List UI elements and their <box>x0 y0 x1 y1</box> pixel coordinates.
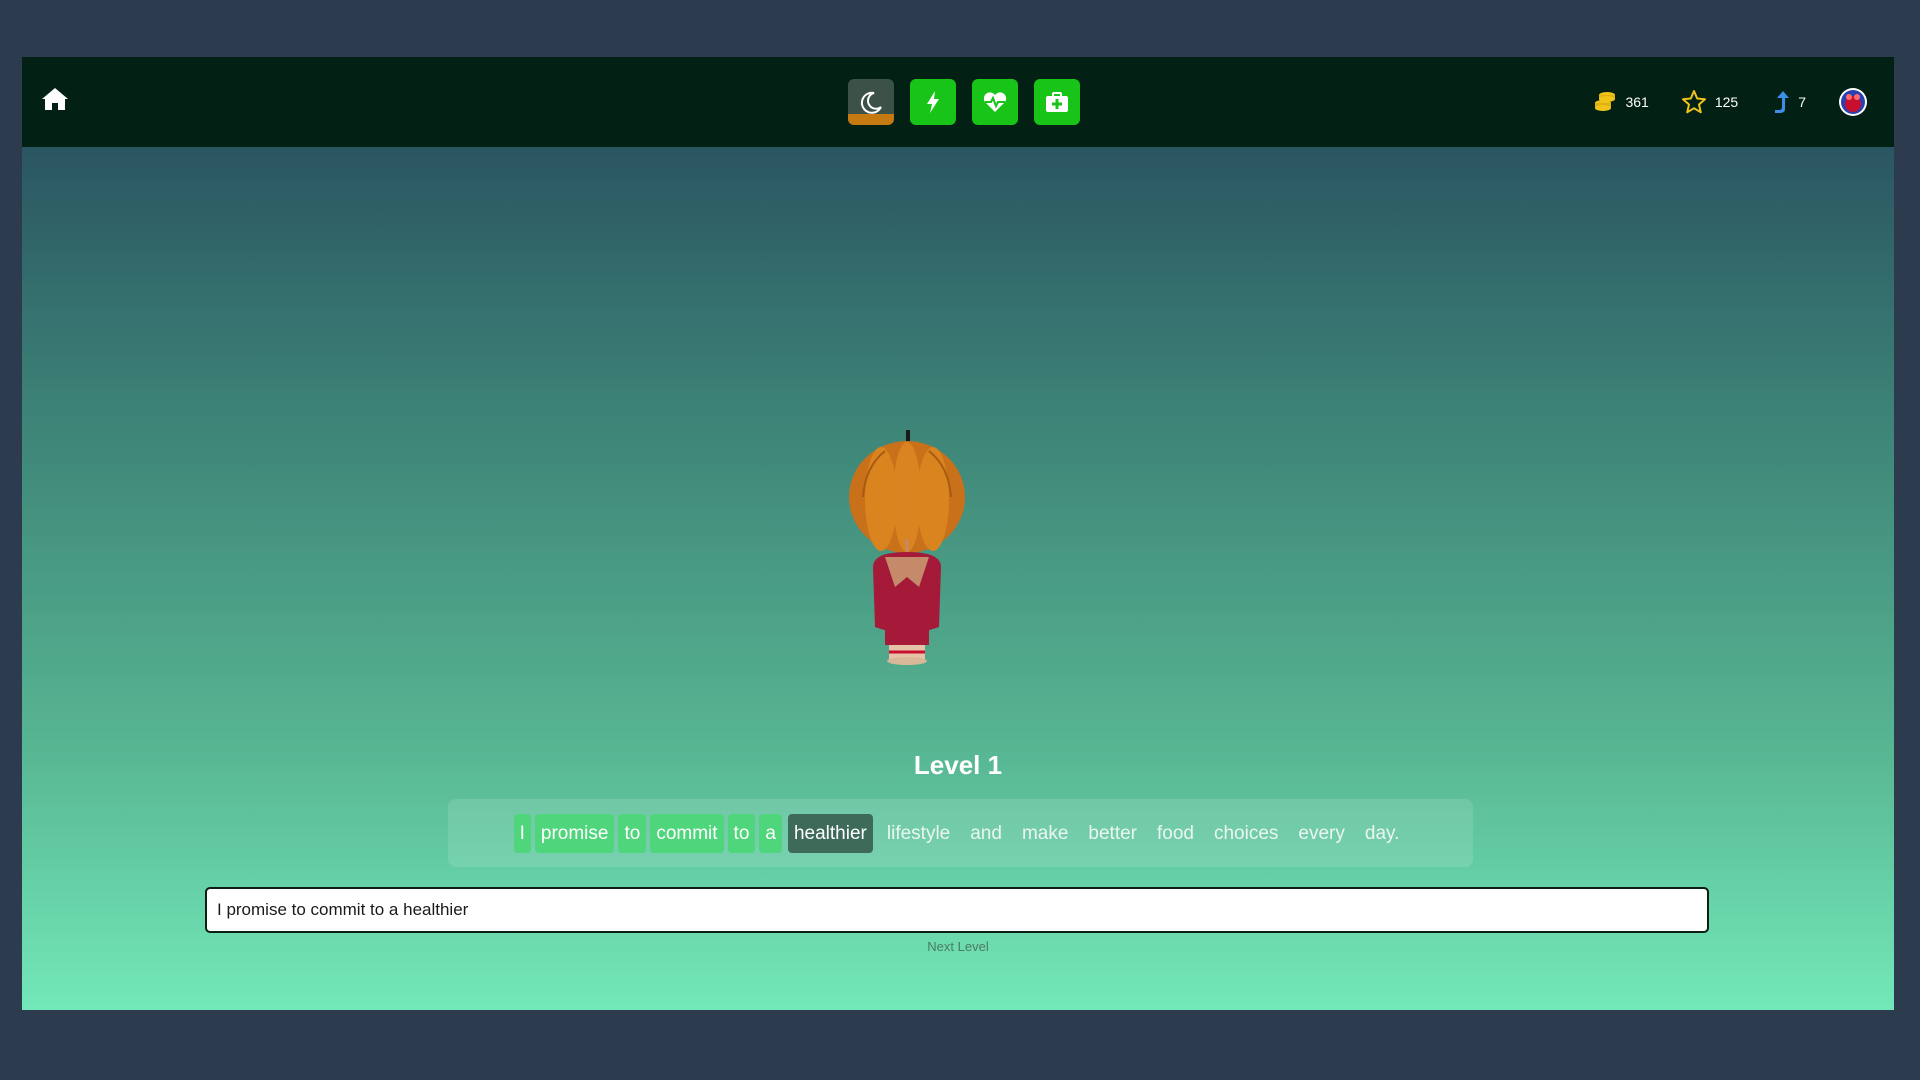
player-stats: 361 125 7 <box>1593 57 1894 147</box>
coins-count: 361 <box>1625 94 1649 110</box>
next-level-link[interactable]: Next Level <box>22 939 1894 954</box>
level-stat: 7 <box>1772 89 1806 115</box>
coins-icon <box>1595 92 1616 111</box>
avatar-icon[interactable] <box>1838 87 1868 117</box>
game-frame: 361 125 7 Level 1 I promise to commit to… <box>22 57 1894 1010</box>
sentence-word: healthier <box>787 813 873 853</box>
sentence-word: food <box>1157 822 1194 844</box>
sentence-word: choices <box>1213 822 1279 844</box>
lightning-icon <box>927 91 939 113</box>
sentence-word: and <box>970 822 1002 844</box>
sentence-word: commit <box>650 813 724 853</box>
medical-kit-icon <box>1046 92 1068 112</box>
energy-button[interactable] <box>910 79 956 125</box>
level-count: 7 <box>1798 94 1806 110</box>
target-sentence: Ipromise to commit to a healthier lifestyle and… <box>448 799 1473 867</box>
star-icon <box>1681 90 1706 114</box>
sentence-word: day. <box>1364 822 1400 844</box>
pumpkin-character <box>845 427 975 677</box>
sleep-button[interactable] <box>848 79 894 125</box>
stars-stat: 125 <box>1681 89 1738 115</box>
medical-button[interactable] <box>1034 79 1080 125</box>
sentence-word: to <box>727 813 756 853</box>
sentence-word: to <box>618 813 647 853</box>
sentence-word: lifestyle <box>886 822 951 844</box>
sentence-word: every <box>1298 822 1345 844</box>
heart-pulse-icon <box>983 92 1007 112</box>
typing-input[interactable] <box>205 887 1709 933</box>
stars-count: 125 <box>1714 94 1739 110</box>
sentence-word: promise <box>534 813 615 853</box>
status-buttons <box>848 79 1080 125</box>
sentence-word: I <box>513 813 531 853</box>
arrow-up-icon <box>1775 91 1790 113</box>
sentence-word: make <box>1021 822 1069 844</box>
coins-stat: 361 <box>1593 90 1649 114</box>
level-title: Level 1 <box>913 750 1003 780</box>
moon-icon <box>860 91 882 114</box>
sentence-word: a <box>759 813 782 853</box>
top-bar: 361 125 7 <box>22 57 1894 147</box>
sentence-word: better <box>1088 822 1137 844</box>
home-icon[interactable] <box>41 86 69 112</box>
health-button[interactable] <box>972 79 1018 125</box>
